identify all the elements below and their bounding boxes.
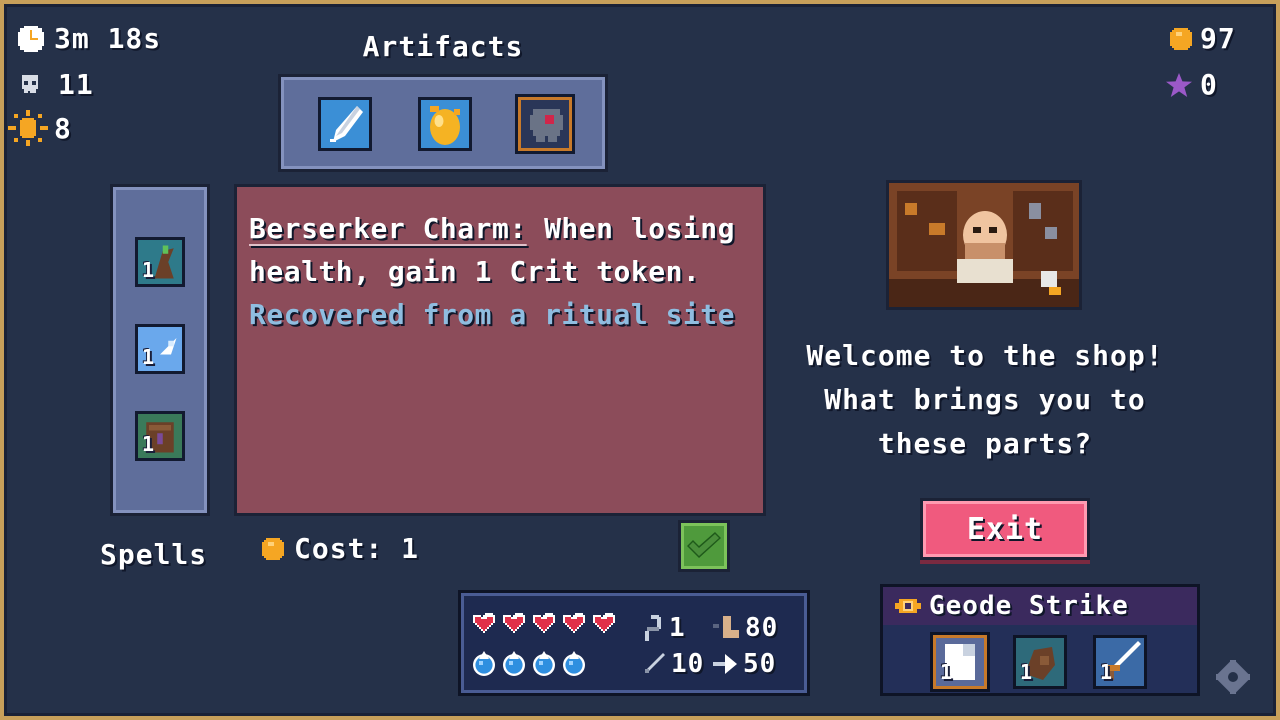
skull-icon	[22, 74, 38, 93]
artifact-slot-2[interactable]	[418, 97, 472, 151]
clock-icon	[18, 25, 44, 52]
star-count-value: 0	[1200, 68, 1218, 101]
settings-button[interactable]	[1214, 658, 1252, 698]
item-description-panel: Berserker Charm: When losing health, gai…	[234, 184, 766, 516]
heart-icon	[563, 613, 585, 633]
mana-drop-icon	[473, 651, 495, 676]
ability-slot-level: 1	[1020, 660, 1033, 684]
heart-icon	[533, 613, 555, 633]
item-name: Berserker Charm:	[249, 212, 527, 245]
boot-icon	[713, 616, 739, 638]
artifact-slot-1[interactable]	[318, 97, 372, 151]
spell-level: 1	[142, 345, 155, 369]
star-icon	[1166, 72, 1192, 97]
shopkeeper-image	[889, 183, 1079, 307]
player-stats-panel: 1 80 10 50	[458, 590, 810, 696]
coin-count: 97	[1170, 22, 1236, 55]
artifacts-panel	[278, 74, 608, 172]
stat-damage-value: 10	[671, 649, 705, 679]
stat-attack-value: 1	[669, 613, 686, 643]
light-count: 8	[8, 110, 72, 146]
mana-drop-icon	[503, 651, 525, 676]
spell-slot-3[interactable]: 1	[135, 411, 185, 461]
stat-speed-value: 80	[745, 613, 779, 643]
coin-icon	[262, 537, 284, 560]
exit-button[interactable]: Exit	[920, 498, 1090, 560]
health-hearts	[471, 611, 617, 635]
stat-speed: 80	[713, 613, 778, 643]
geode-eye-icon	[895, 599, 921, 613]
mana-drop-icon	[533, 651, 555, 676]
artifacts-title: Artifacts	[362, 30, 524, 63]
light-count-value: 8	[54, 111, 72, 145]
stat-range: 50	[713, 649, 776, 679]
coin-count-value: 97	[1200, 22, 1236, 55]
stat-damage: 10	[643, 649, 704, 679]
sword-icon	[645, 653, 665, 673]
stat-attack: 1	[643, 613, 686, 643]
ability-slot-1[interactable]: 1	[933, 635, 987, 689]
spells-label: Spells	[100, 538, 208, 571]
spell-level: 1	[142, 432, 155, 456]
coin-icon	[1170, 27, 1192, 50]
hook-icon	[645, 615, 661, 641]
shopkeeper-portrait	[886, 180, 1082, 310]
heart-icon	[473, 613, 495, 633]
ability-slot-level: 1	[940, 660, 953, 684]
golden-egg-icon	[430, 106, 460, 145]
berserker-charm-icon	[530, 109, 563, 142]
mana-drops	[471, 651, 587, 677]
ability-panel: Geode Strike 1 1 1	[880, 584, 1200, 696]
item-cost: Cost: 1	[262, 532, 419, 565]
artifact-slot-3-selected[interactable]	[518, 97, 572, 151]
checkmark-icon	[687, 532, 721, 558]
greeting-line-1: Welcome to the shop!	[806, 339, 1164, 372]
arrow-right-icon	[713, 654, 737, 674]
heart-icon	[593, 613, 615, 633]
kill-count-value: 11	[58, 68, 94, 101]
spell-slot-2[interactable]: 1	[135, 324, 185, 374]
star-count: 0	[1166, 68, 1218, 101]
shop-greeting: Welcome to the shop! What brings you to …	[780, 334, 1190, 466]
stat-range-value: 50	[743, 649, 777, 679]
heart-icon	[503, 613, 525, 633]
ability-slot-level: 1	[1100, 660, 1113, 684]
ability-slot-3[interactable]: 1	[1093, 635, 1147, 689]
item-description: Berserker Charm: When losing health, gai…	[249, 207, 751, 293]
spell-level: 1	[142, 258, 155, 282]
ability-header: Geode Strike	[883, 587, 1197, 625]
spells-panel: 1 1 1	[110, 184, 210, 516]
sun-icon	[8, 110, 48, 146]
mana-drop-icon	[563, 651, 585, 676]
kill-count: 11	[18, 68, 94, 101]
ability-slot-2[interactable]: 1	[1013, 635, 1067, 689]
item-cost-value: Cost: 1	[294, 532, 420, 565]
greeting-line-3: these parts?	[877, 427, 1093, 460]
feather-icon	[330, 106, 363, 142]
greeting-line-2: What brings you to	[824, 383, 1146, 416]
spell-slot-1[interactable]: 1	[135, 237, 185, 287]
timer: 3m 18s	[18, 22, 161, 55]
timer-value: 3m 18s	[54, 22, 162, 55]
ability-name: Geode Strike	[929, 591, 1129, 621]
buy-confirm-button[interactable]	[678, 520, 730, 572]
gear-icon	[1214, 658, 1252, 696]
item-flavor-text: Recovered from a ritual site	[249, 298, 736, 331]
